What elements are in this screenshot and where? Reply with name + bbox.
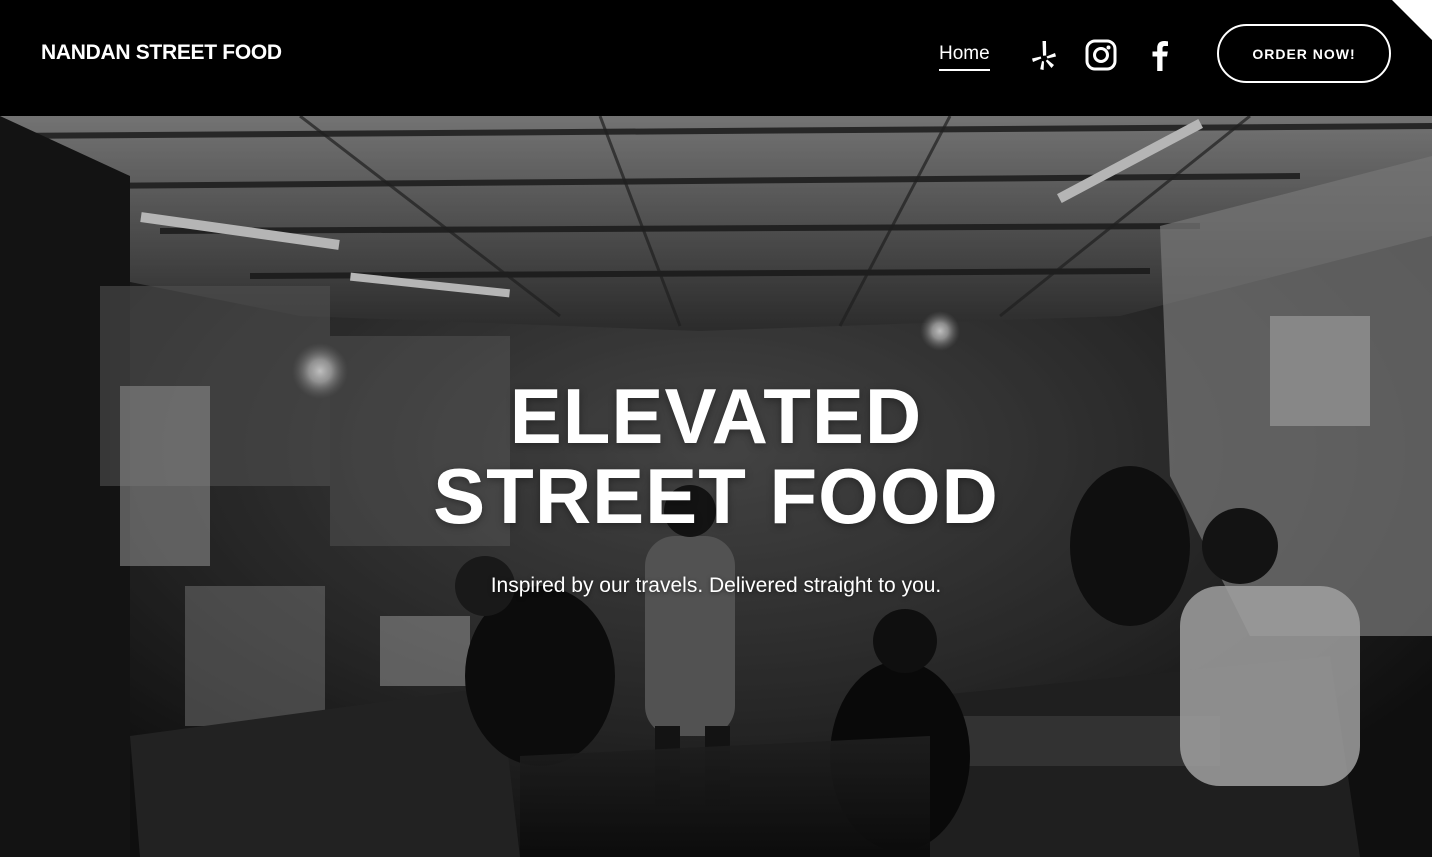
hero-section: ELEVATED STREET FOOD Inspired by our tra… [0, 116, 1432, 857]
site-header: NANDAN STREET FOOD Home ORDER NOW! [0, 0, 1432, 116]
hero-headline-line-2: STREET FOOD [433, 452, 999, 540]
hero-subtitle: Inspired by our travels. Delivered strai… [490, 574, 942, 597]
order-now-button[interactable]: ORDER NOW! [1217, 24, 1391, 83]
page-curl-corner [1392, 0, 1432, 40]
yelp-icon[interactable] [1027, 38, 1061, 72]
facebook-icon[interactable] [1143, 38, 1177, 72]
instagram-icon[interactable] [1084, 38, 1118, 72]
nav-home-link[interactable]: Home [939, 43, 990, 71]
hero-headline-line-1: ELEVATED [509, 372, 923, 460]
site-title-link[interactable]: NANDAN STREET FOOD [41, 41, 282, 65]
hero-headline: ELEVATED STREET FOOD [0, 376, 1432, 536]
